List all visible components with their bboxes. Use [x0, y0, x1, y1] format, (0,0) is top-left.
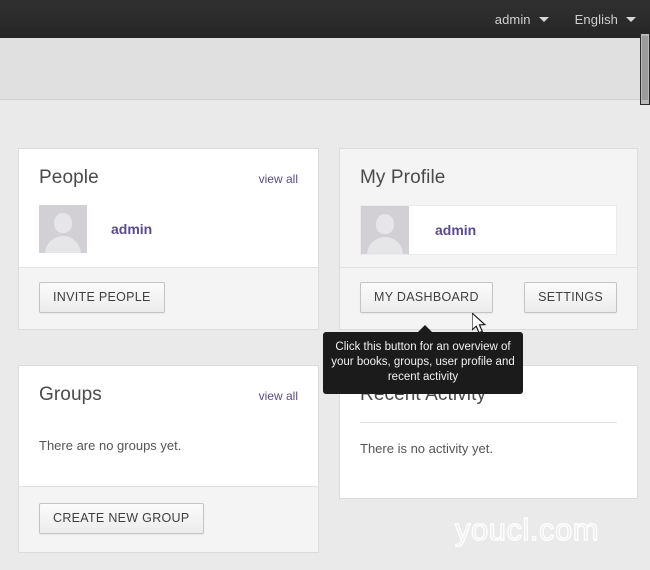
- user-menu[interactable]: admin: [495, 12, 549, 27]
- chevron-down-icon: [626, 16, 636, 22]
- groups-card-header: Groups view all: [39, 384, 298, 406]
- my-profile-card-title: My Profile: [360, 167, 446, 188]
- tooltip-text: Click this button for an overview of you…: [331, 341, 515, 383]
- my-profile-card-footer: MY DASHBOARD SETTINGS: [340, 267, 637, 329]
- recent-activity-empty-text: There is no activity yet.: [360, 441, 493, 456]
- create-new-group-button[interactable]: CREATE NEW GROUP: [39, 503, 204, 534]
- people-card: People view all admin INVITE PEOPLE: [18, 148, 319, 330]
- groups-card-body: Groups view all There are no groups yet.: [19, 366, 318, 486]
- groups-card-title: Groups: [39, 384, 102, 405]
- groups-card-footer: CREATE NEW GROUP: [19, 486, 318, 552]
- tooltip-arrow: [417, 325, 433, 333]
- avatar-body-shape: [367, 237, 403, 254]
- avatar-head-shape: [376, 214, 394, 234]
- scrollbar-thumb[interactable]: [642, 36, 648, 100]
- settings-button[interactable]: SETTINGS: [524, 282, 617, 313]
- language-menu[interactable]: English: [575, 12, 636, 27]
- avatar-body-shape: [45, 236, 81, 253]
- chevron-down-icon: [538, 16, 549, 22]
- avatar: [39, 205, 87, 253]
- tooltip: Click this button for an overview of you…: [323, 325, 523, 394]
- people-card-header: People view all: [39, 167, 298, 189]
- list-item[interactable]: admin: [39, 205, 298, 253]
- people-card-title: People: [39, 167, 99, 188]
- people-card-body: People view all admin: [19, 149, 318, 267]
- people-view-all-link[interactable]: view all: [259, 172, 298, 186]
- groups-view-all-link[interactable]: view all: [259, 389, 298, 403]
- watermark: youcl.com: [454, 511, 600, 547]
- divider: [360, 422, 617, 423]
- secondary-header-band: [0, 38, 650, 100]
- groups-card: Groups view all There are no groups yet.…: [18, 365, 319, 553]
- language-menu-label: English: [574, 11, 618, 27]
- groups-empty-text: There are no groups yet.: [39, 438, 182, 453]
- my-profile-card: My Profile admin MY DASHBOARD SETTINGS: [339, 148, 638, 330]
- person-name-link[interactable]: admin: [111, 221, 152, 237]
- invite-people-button[interactable]: INVITE PEOPLE: [39, 282, 165, 313]
- my-profile-card-header: My Profile: [360, 167, 617, 189]
- avatar: [361, 206, 409, 254]
- my-dashboard-button[interactable]: MY DASHBOARD: [360, 282, 493, 313]
- top-navigation-bar: admin English: [0, 0, 650, 38]
- profile-summary-row[interactable]: admin: [360, 205, 617, 255]
- profile-name-link[interactable]: admin: [435, 222, 476, 238]
- user-menu-label: admin: [494, 11, 531, 27]
- vertical-scrollbar[interactable]: [640, 33, 650, 105]
- avatar-head-shape: [54, 213, 72, 233]
- people-card-footer: INVITE PEOPLE: [19, 267, 318, 329]
- my-profile-card-body: My Profile admin: [340, 149, 637, 267]
